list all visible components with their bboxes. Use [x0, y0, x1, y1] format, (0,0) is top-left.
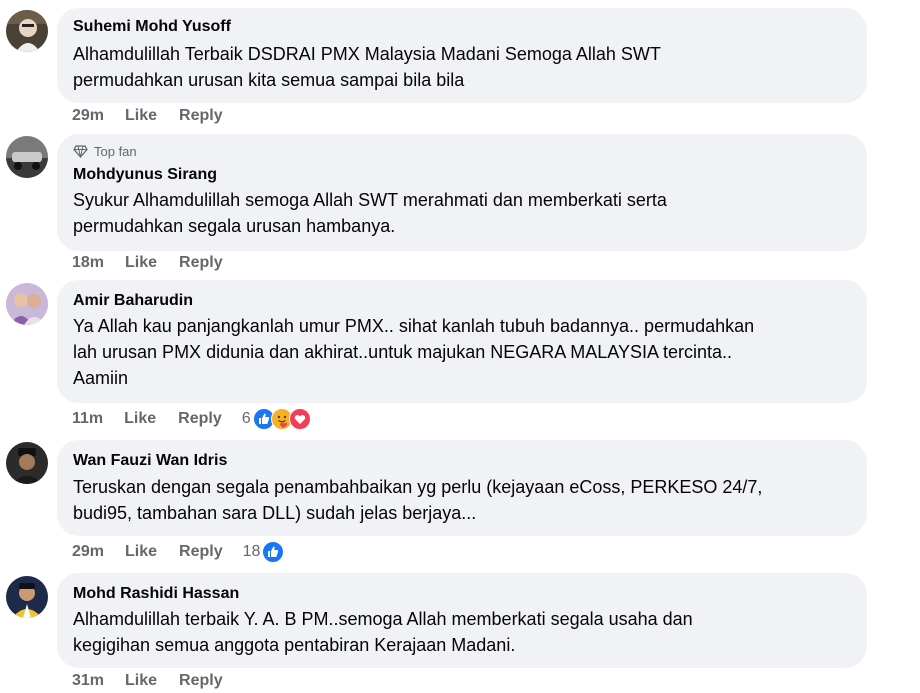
avatar[interactable] [6, 442, 48, 484]
comment-author[interactable]: Suhemi Mohd Yusoff [73, 18, 231, 36]
comment-actions: 29m Like Reply 18 [72, 540, 285, 564]
reaction-count: 6 [241, 410, 251, 427]
reply-button[interactable]: Reply [179, 543, 223, 561]
comment-timestamp[interactable]: 29m [72, 107, 104, 125]
comment-text: Syukur Alhamdulillah semoga Allah SWT me… [73, 190, 667, 236]
comment-text: Alhamdulillah terbaik Y. A. B PM..semoga… [73, 609, 693, 655]
reply-button[interactable]: Reply [179, 672, 223, 690]
comment-author[interactable]: Mohdyunus Sirang [73, 166, 217, 184]
comment-timestamp[interactable]: 11m [72, 410, 103, 428]
avatar-photo-icon [6, 576, 48, 618]
like-button[interactable]: Like [125, 543, 157, 561]
avatar-photo-icon [6, 136, 48, 178]
reply-button[interactable]: Reply [179, 107, 223, 125]
comment-timestamp[interactable]: 31m [72, 672, 104, 690]
comment-actions: 29m Like Reply [72, 104, 245, 128]
like-button[interactable]: Like [125, 107, 157, 125]
comment-bubble: Wan Fauzi Wan Idris Teruskan dengan sega… [57, 440, 867, 536]
avatar[interactable] [6, 136, 48, 178]
avatar-photo-icon [6, 10, 48, 52]
comment-timestamp[interactable]: 18m [72, 254, 104, 272]
comment-actions: 18m Like Reply [72, 251, 245, 275]
diamond-icon [73, 145, 88, 158]
love-icon [288, 408, 311, 430]
comment-timestamp[interactable]: 29m [72, 543, 104, 561]
comment-author[interactable]: Amir Baharudin [73, 292, 193, 310]
like-icon [262, 541, 285, 563]
comment-actions: 31m Like Reply [72, 669, 245, 693]
avatar[interactable] [6, 10, 48, 52]
reply-button[interactable]: Reply [178, 410, 222, 428]
comment-author[interactable]: Wan Fauzi Wan Idris [73, 452, 227, 470]
comment-actions: 11m Like Reply 6 [72, 407, 311, 431]
badge-label: Top fan [94, 144, 137, 159]
comment-author[interactable]: Mohd Rashidi Hassan [73, 585, 239, 603]
like-button[interactable]: Like [124, 410, 156, 428]
avatar-photo-icon [6, 442, 48, 484]
avatar-photo-icon [6, 283, 48, 325]
reply-button[interactable]: Reply [179, 254, 223, 272]
like-button[interactable]: Like [125, 254, 157, 272]
comment-bubble: Suhemi Mohd Yusoff Alhamdulillah Terbaik… [57, 8, 867, 103]
comment-bubble: Amir Baharudin Ya Allah kau panjangkanla… [57, 280, 867, 403]
reaction-summary[interactable]: 6 [242, 408, 311, 430]
reaction-count: 18 [242, 543, 261, 560]
reaction-summary[interactable]: 18 [243, 541, 285, 563]
comment-text: Teruskan dengan segala penambahbaikan yg… [73, 477, 763, 523]
comment-text: Ya Allah kau panjangkanlah umur PMX.. si… [73, 316, 755, 388]
comment-text: Alhamdulillah Terbaik DSDRAI PMX Malaysi… [73, 44, 661, 90]
comment-bubble: Mohd Rashidi Hassan Alhamdulillah terbai… [57, 573, 867, 668]
avatar[interactable] [6, 576, 48, 618]
avatar[interactable] [6, 283, 48, 325]
comment-bubble: Top fan Mohdyunus Sirang Syukur Alhamdul… [57, 134, 867, 251]
top-fan-badge: Top fan [73, 144, 137, 159]
like-button[interactable]: Like [125, 672, 157, 690]
